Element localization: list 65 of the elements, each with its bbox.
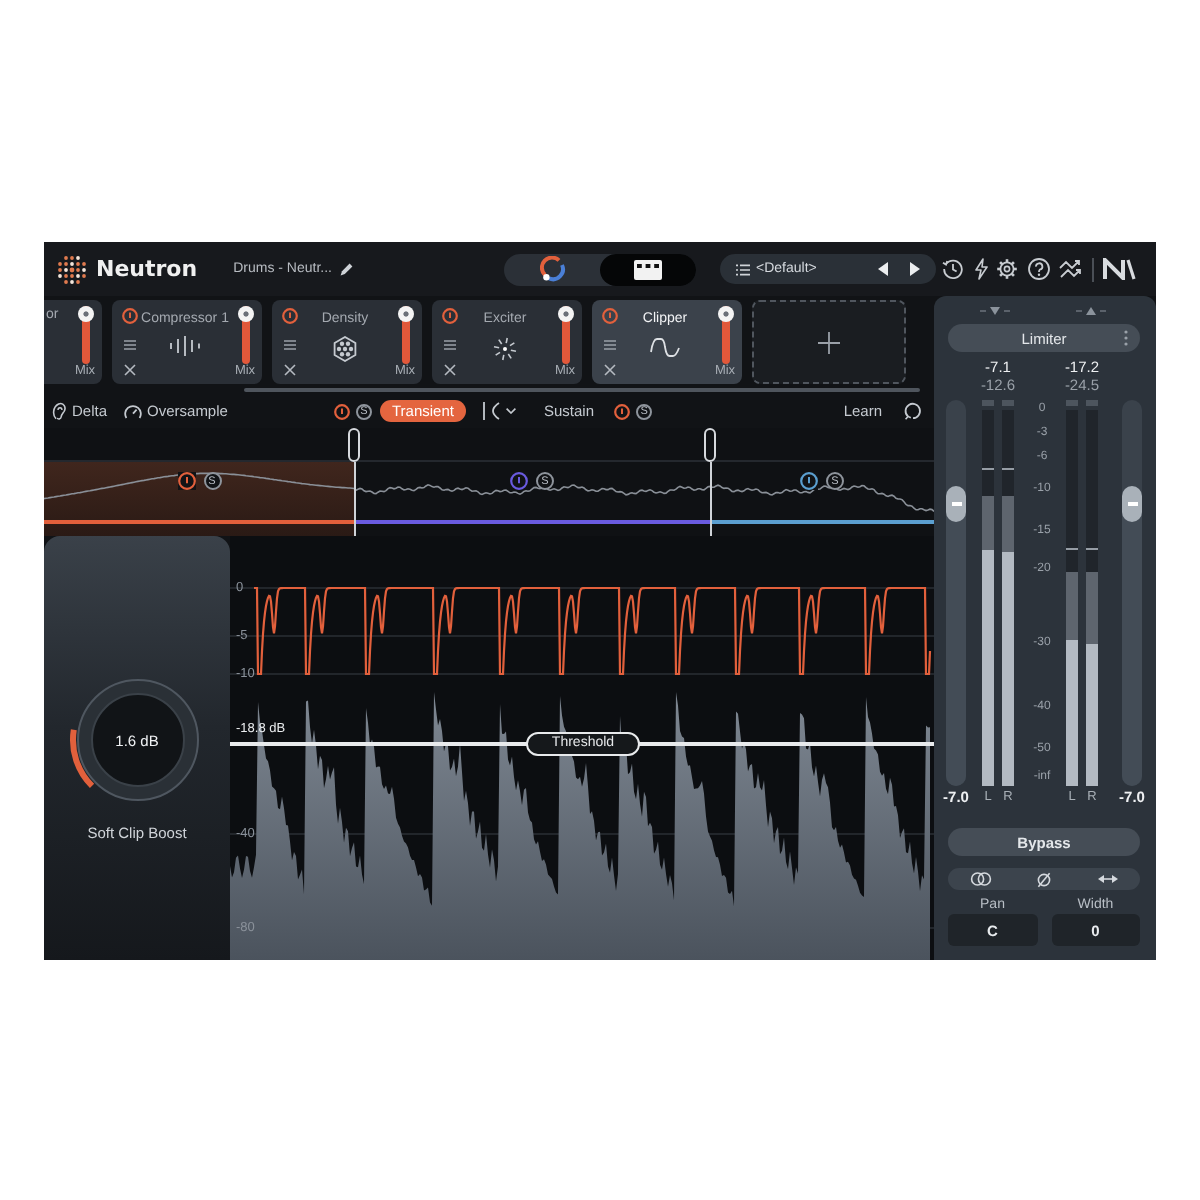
crossover-handle[interactable] [346, 428, 362, 536]
slider-thumb[interactable] [77, 306, 93, 322]
ear-icon [52, 402, 66, 420]
double-arrow-icon[interactable] [1098, 874, 1118, 884]
slider-thumb[interactable] [717, 306, 733, 322]
plus-icon [818, 331, 840, 353]
close-icon[interactable] [443, 364, 455, 376]
power-icon[interactable] [614, 403, 631, 419]
hexagon-icon [332, 336, 358, 362]
vertical-bars-icon [168, 336, 202, 356]
mix-slider[interactable] [77, 306, 93, 364]
mix-slider[interactable] [557, 306, 573, 364]
circle-arrow-icon[interactable] [904, 402, 922, 420]
view-tab[interactable] [600, 253, 696, 285]
lightning-icon[interactable] [973, 258, 987, 280]
settings-icon[interactable] [996, 258, 1018, 280]
close-icon[interactable] [283, 364, 295, 376]
power-icon[interactable] [121, 308, 137, 324]
gain-fader[interactable] [946, 400, 966, 786]
triangle-up-icon[interactable] [1076, 305, 1106, 315]
slider-thumb[interactable] [557, 306, 573, 322]
pencil-icon[interactable] [339, 262, 354, 276]
power-icon[interactable] [334, 403, 350, 419]
menu-icon[interactable] [603, 339, 615, 349]
zigzag-arrows-icon[interactable] [1058, 258, 1082, 280]
power-icon[interactable] [177, 472, 195, 490]
triangle-down-icon[interactable] [980, 305, 1010, 315]
swirl-icon [539, 256, 565, 282]
power-icon[interactable] [800, 472, 818, 490]
mix-slider[interactable] [237, 306, 253, 364]
fader-thumb[interactable] [1122, 486, 1142, 523]
close-icon[interactable] [123, 364, 135, 376]
crossover-handle[interactable] [702, 428, 718, 536]
menu-icon[interactable] [123, 339, 135, 349]
gauge-icon [123, 403, 142, 419]
panels-icon [634, 259, 662, 279]
mix-slider[interactable] [717, 306, 733, 364]
menu-icon[interactable] [283, 339, 295, 349]
threshold-line[interactable] [230, 742, 934, 745]
mix-slider[interactable] [397, 306, 413, 364]
chevron-down-icon[interactable] [506, 408, 516, 414]
slider-thumb[interactable] [237, 306, 253, 322]
menu-icon[interactable] [443, 339, 455, 349]
close-icon[interactable] [603, 364, 615, 376]
wave-icon [650, 336, 680, 358]
fader-thumb[interactable] [946, 486, 966, 523]
power-icon[interactable] [441, 308, 457, 324]
power-icon[interactable] [510, 472, 528, 490]
curve-icon[interactable] [482, 402, 500, 420]
caret-right-icon[interactable] [910, 262, 920, 276]
list-icon [736, 263, 750, 275]
power-icon[interactable] [281, 308, 297, 324]
dots-logo-icon [56, 253, 88, 285]
circle-slash-icon[interactable] [1036, 871, 1052, 887]
app-title: Neutron [96, 256, 198, 282]
burst-icon [492, 336, 518, 362]
scrollbar[interactable] [244, 388, 920, 392]
help-icon[interactable] [1027, 258, 1049, 280]
power-icon[interactable] [601, 308, 617, 324]
n-logo-icon[interactable] [1102, 258, 1136, 280]
overlapping-circles-icon[interactable] [969, 872, 991, 886]
gain-fader[interactable] [1122, 400, 1142, 786]
caret-left-icon[interactable] [878, 262, 888, 276]
history-icon[interactable] [942, 258, 964, 280]
slider-thumb[interactable] [397, 306, 413, 322]
